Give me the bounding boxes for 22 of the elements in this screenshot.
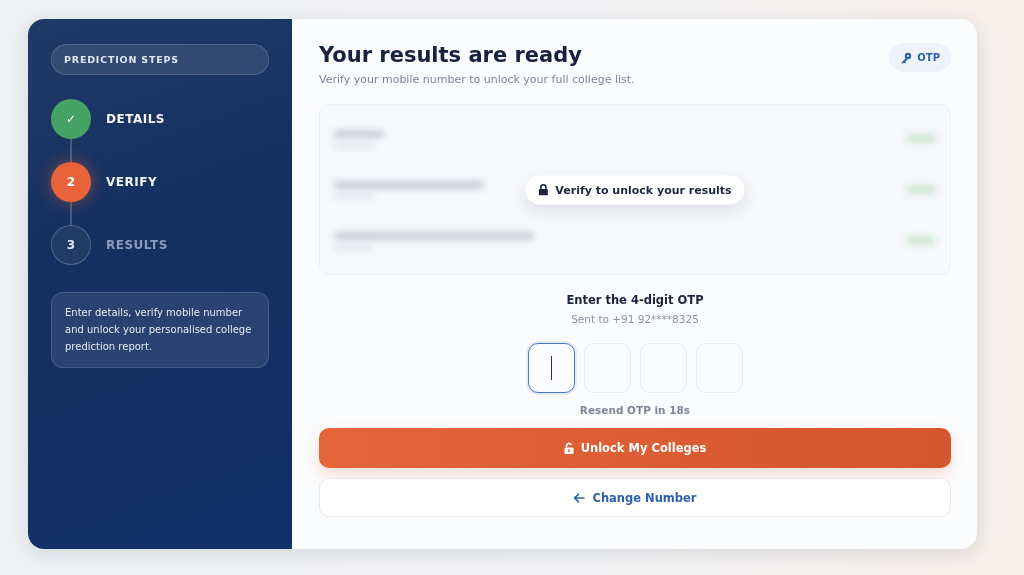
unlock-button[interactable]: Unlock My Colleges (319, 428, 951, 468)
sent-to-text: Sent to +91 92****8325 (571, 313, 699, 325)
page-title: Your results are ready (319, 43, 583, 67)
resend-timer: Resend OTP in 18s (579, 404, 691, 416)
info-text: Enter details, verify mobile number and unlock your personalised college prediction report. (51, 292, 269, 368)
change-number-button[interactable]: Change Number (319, 478, 951, 517)
key-icon (900, 51, 913, 64)
otp-label: Enter the 4-digit OTP (566, 293, 704, 307)
otp-badge: OTP (889, 43, 951, 72)
step-marker: 3 (51, 225, 91, 265)
step-label: VERIFY (106, 175, 158, 189)
locked-notice: Verify to unlock your results (525, 175, 745, 204)
section-heading: PREDICTION STEPS (51, 44, 269, 75)
step-label: RESULTS (106, 238, 168, 252)
step-marker: 2 (51, 162, 91, 202)
lock-icon (563, 442, 574, 454)
step-marker: ✓ (51, 99, 91, 139)
step-label: DETAILS (106, 112, 165, 126)
arrow-left-icon (573, 492, 586, 503)
otp-digit-field[interactable] (527, 343, 575, 393)
subtitle: Verify your mobile number to unlock your full college list. (319, 73, 635, 86)
lock-icon (538, 183, 549, 196)
